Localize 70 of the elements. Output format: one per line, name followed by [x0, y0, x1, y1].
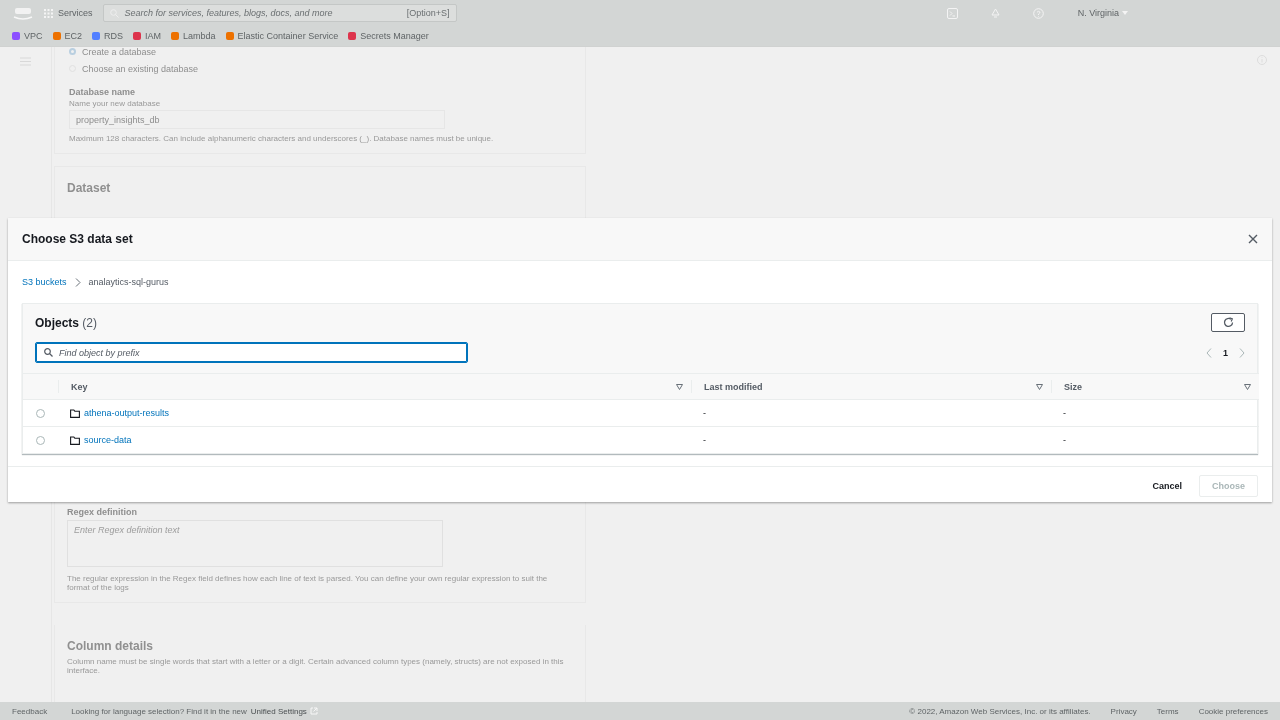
search-placeholder: Find object by prefix	[59, 347, 140, 358]
search-placeholder: Search for services, features, blogs, docs, and more	[124, 8, 334, 18]
radio-button[interactable]	[69, 48, 76, 55]
favorite-link[interactable]: IAM	[133, 31, 162, 41]
settings-notice: Looking for language selection? Find it in the new	[71, 706, 247, 716]
radio-option[interactable]: Create a database	[69, 47, 573, 60]
table-cell-text: -	[702, 435, 707, 445]
unified-settings-link[interactable]: Unified Settings	[250, 706, 318, 716]
section-description: Column name must be single words that start with a letter or a digit. Certain advanced column types (namely, structs) are not exposed in this interface.	[67, 657, 565, 675]
refresh-button[interactable]	[1211, 313, 1245, 332]
services-button[interactable]: Services	[44, 8, 93, 18]
sort-icon[interactable]	[1036, 383, 1043, 390]
folder-link[interactable]: athena-output-results	[84, 408, 170, 418]
search-icon	[44, 348, 53, 357]
field-constraint: Maximum 128 characters. Can include alphanumeric characters and underscores (_). Database names must be unique.	[69, 134, 495, 143]
close-button[interactable]	[1248, 234, 1258, 244]
page-number[interactable]: 1	[1223, 347, 1228, 358]
chevron-right-icon	[74, 277, 81, 287]
terminal-icon[interactable]	[946, 7, 958, 19]
bell-icon[interactable]	[989, 7, 1001, 19]
database-name-field[interactable]: property_insights_db	[69, 110, 445, 129]
grid-icon	[44, 8, 53, 18]
favorite-link[interactable]: Lambda	[171, 31, 216, 41]
field-description: Name your new database	[69, 99, 162, 108]
table-cell-text: -	[1062, 435, 1067, 445]
breadcrumb-current: analaytics-sql-gurus	[88, 277, 169, 287]
table-cell-text: -	[1062, 408, 1067, 418]
folder-link[interactable]: source-data	[84, 435, 132, 445]
copyright-text: © 2022, Amazon Web Services, Inc. or its affiliates.	[909, 706, 1091, 716]
chevron-right-icon[interactable]	[1239, 347, 1245, 358]
shortcut-hint: [Option+S]	[406, 8, 450, 18]
column-header[interactable]: Key	[71, 381, 88, 392]
favorite-link[interactable]: RDS	[92, 31, 124, 41]
field-description: The regular expression in the Regex field defines how each line of text is parsed. You can define your own regular expression to suit the format of the logs	[67, 574, 549, 592]
sort-icon[interactable]	[676, 383, 683, 390]
refresh-icon	[1222, 317, 1234, 328]
close-icon	[1248, 234, 1258, 244]
help-icon[interactable]	[1032, 7, 1044, 19]
search-field[interactable]: Search for services, features, blogs, docs, and more [Option+S]	[102, 4, 457, 22]
regex-field[interactable]: Enter Regex definition text	[67, 520, 443, 567]
favorite-link[interactable]: Secrets Manager	[348, 31, 429, 41]
folder-icon	[70, 408, 80, 418]
radio-option[interactable]: Choose an existing database	[69, 60, 573, 77]
column-header[interactable]: Size	[1064, 381, 1082, 392]
footer-link[interactable]: Privacy	[1110, 706, 1137, 716]
region-menu[interactable]: N. Virginia	[1077, 8, 1128, 18]
chevron-left-icon[interactable]	[1206, 347, 1212, 358]
footer-link[interactable]: Terms	[1156, 706, 1179, 716]
favorite-link[interactable]: EC2	[52, 31, 83, 41]
object-count: (2)	[82, 315, 98, 330]
modal-title: Choose S3 data set	[22, 232, 134, 246]
menu-icon[interactable]	[20, 57, 31, 66]
favorite-link[interactable]: Elastic Container Service	[225, 31, 339, 41]
feedback-link[interactable]: Feedback	[12, 706, 48, 716]
sort-icon[interactable]	[1244, 383, 1251, 390]
field-label: Database name	[69, 87, 137, 97]
objects-heading: Objects	[35, 315, 79, 330]
object-search-field[interactable]: Find object by prefix	[35, 342, 468, 363]
footer-link[interactable]: Cookie preferences	[1198, 706, 1268, 716]
caret-down-icon	[1122, 11, 1128, 15]
field-label: Regex definition	[67, 507, 138, 517]
table-cell-text: -	[702, 408, 707, 418]
section-heading: Column details	[67, 639, 154, 653]
column-header[interactable]: Last modified	[704, 381, 763, 392]
favorite-link[interactable]: VPC	[12, 31, 43, 41]
section-heading: Dataset	[67, 181, 112, 195]
external-link-icon	[309, 707, 318, 715]
breadcrumb-link[interactable]: S3 buckets	[22, 277, 67, 287]
cancel-button[interactable]: Cancel	[1139, 475, 1195, 497]
folder-icon	[70, 435, 80, 445]
